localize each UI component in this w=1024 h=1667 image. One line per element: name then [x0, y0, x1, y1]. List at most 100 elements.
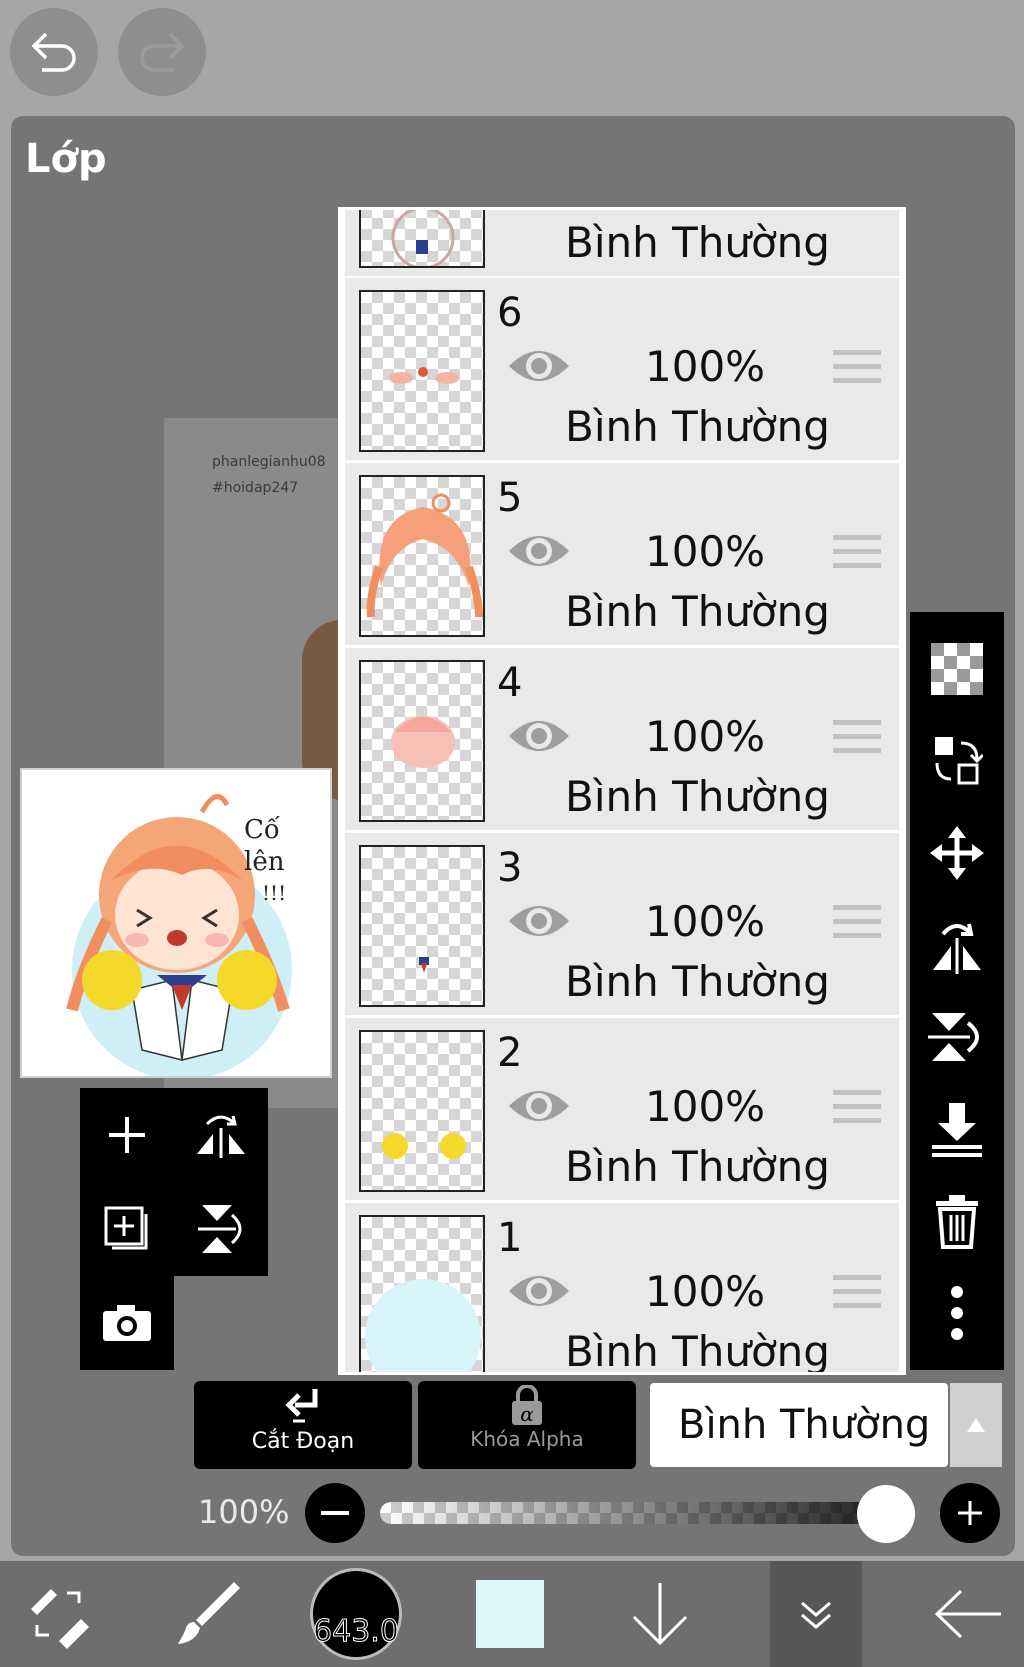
preview-text-1: Cố: [244, 815, 280, 845]
layer-row[interactable]: 6 100% Bình Thường: [345, 278, 899, 463]
layer-number: 2: [497, 1030, 523, 1076]
drag-handle-icon[interactable]: [833, 905, 881, 947]
layer-number: 1: [497, 1215, 523, 1261]
tool-switch-button[interactable]: [10, 1561, 106, 1667]
brush-tool-button[interactable]: [160, 1561, 256, 1667]
layer-thumbnail: [359, 1215, 485, 1372]
delete-layer-button[interactable]: [910, 1176, 1004, 1266]
flip-horizontal-button[interactable]: [910, 900, 1004, 990]
drag-handle-icon[interactable]: [833, 535, 881, 577]
panel-title: Lớp: [25, 136, 107, 182]
layer-side-toolbar: [910, 612, 1004, 1370]
canvas-preview[interactable]: Cố lên !!!: [20, 768, 332, 1078]
preview-text-2: lên: [244, 847, 285, 877]
blend-mode-dropdown[interactable]: [950, 1383, 1002, 1467]
layer-blend-mode: Bình Thường: [565, 957, 830, 1006]
drag-handle-icon[interactable]: [833, 720, 881, 762]
undo-arrow-icon: [31, 32, 76, 72]
swap-layer-button[interactable]: [910, 716, 1004, 806]
merge-down-icon: [932, 1103, 982, 1157]
eye-icon[interactable]: [507, 344, 571, 388]
clipping-button[interactable]: Cắt Đoạn: [194, 1381, 412, 1469]
duplicate-layer-button[interactable]: [80, 1182, 174, 1276]
flip-vertical-layer-button[interactable]: [174, 1182, 268, 1276]
layer-thumbnail: [359, 475, 485, 637]
watermark-line2: #hoidap247: [212, 480, 299, 496]
redo-arrow-icon: [140, 32, 185, 72]
eye-icon[interactable]: [507, 1084, 571, 1128]
layer-tools-grid: [80, 1088, 268, 1276]
more-vertical-icon: [951, 1286, 963, 1340]
drag-handle-icon[interactable]: [833, 350, 881, 392]
brush-size-value: 643.0: [313, 1613, 400, 1649]
camera-tool-cell: [80, 1276, 174, 1370]
layer-opacity: 100%: [645, 342, 766, 391]
camera-button[interactable]: [80, 1276, 174, 1370]
triangle-up-icon: [967, 1418, 985, 1432]
drag-handle-icon[interactable]: [833, 1275, 881, 1317]
drag-handle-icon[interactable]: [833, 1090, 881, 1132]
layer-opacity: 100%: [645, 1267, 766, 1316]
move-layer-button[interactable]: [910, 808, 1004, 898]
layers-toggle-button[interactable]: [770, 1561, 862, 1667]
layer-row[interactable]: 4 100% Bình Thường: [345, 648, 899, 833]
camera-icon: [103, 1305, 151, 1341]
clip-label: Cắt Đoạn: [251, 1429, 355, 1454]
eye-icon[interactable]: [507, 714, 571, 758]
preview-text-3: !!!: [262, 881, 286, 905]
layer-blend-mode: Bình Thường: [565, 1142, 830, 1191]
layer-row[interactable]: 5 100% Bình Thường: [345, 463, 899, 648]
layers-list[interactable]: Bình Thường 6 100% Bình Thường 5 100% Bì…: [338, 207, 906, 1375]
blend-mode-select[interactable]: Bình Thường: [650, 1383, 948, 1467]
swap-icon: [935, 737, 983, 785]
brush-size-button[interactable]: 643.0: [308, 1561, 404, 1667]
minus-icon: [321, 1511, 349, 1515]
color-button[interactable]: [470, 1561, 550, 1667]
eye-icon[interactable]: [507, 1269, 571, 1313]
layer-blend-mode: Bình Thường: [565, 772, 830, 821]
color-swatch: [476, 1580, 544, 1648]
eye-icon[interactable]: [507, 529, 571, 573]
opacity-slider-thumb[interactable]: [856, 1485, 915, 1543]
layer-row[interactable]: Bình Thường: [345, 210, 899, 279]
opacity-increase-button[interactable]: [940, 1483, 1000, 1543]
move-arrows-icon: [930, 826, 984, 880]
layer-opacity: 100%: [645, 527, 766, 576]
clip-arrow-icon: [285, 1389, 318, 1423]
redo-button[interactable]: [118, 8, 206, 96]
eye-icon[interactable]: [507, 899, 571, 943]
opacity-decrease-button[interactable]: [305, 1483, 365, 1543]
layer-thumbnail: [359, 290, 485, 452]
layer-number: 5: [497, 475, 523, 521]
more-options-button[interactable]: [910, 1268, 1004, 1358]
checkerboard-icon: [931, 643, 983, 695]
brush-eraser-switch-icon: [31, 1589, 89, 1649]
transparency-button[interactable]: [910, 624, 1004, 714]
move-down-button[interactable]: [612, 1561, 708, 1667]
alpha-lock-button[interactable]: α Khóa Alpha: [418, 1381, 636, 1469]
layer-blend-mode: Bình Thường: [565, 218, 830, 267]
brush-icon: [178, 1582, 240, 1644]
flip-vertical-button[interactable]: [910, 992, 1004, 1082]
plus-icon: [958, 1501, 982, 1525]
layer-number: 6: [497, 290, 523, 336]
add-layer-button[interactable]: [80, 1088, 174, 1182]
opacity-slider[interactable]: [380, 1502, 904, 1524]
arrow-down-icon: [632, 1583, 688, 1646]
layer-row[interactable]: 2 100% Bình Thường: [345, 1018, 899, 1203]
layer-row[interactable]: 1 100% Bình Thường: [345, 1203, 899, 1375]
undo-button[interactable]: [10, 8, 98, 96]
layer-number: 4: [497, 660, 523, 706]
flip-horizontal-layer-button[interactable]: [174, 1088, 268, 1182]
layer-blend-mode: Bình Thường: [565, 1327, 830, 1375]
layer-thumbnail: [359, 660, 485, 822]
back-button[interactable]: [920, 1561, 1016, 1667]
arrow-left-icon: [934, 1589, 1001, 1639]
trash-icon: [936, 1195, 978, 1249]
layer-blend-mode: Bình Thường: [565, 402, 830, 451]
brush-size-circle: 643.0: [310, 1568, 402, 1660]
merge-down-button[interactable]: [910, 1084, 1004, 1174]
layer-thumbnail: [359, 210, 485, 268]
flip-horizontal-icon: [933, 923, 981, 974]
layer-row[interactable]: 3 100% Bình Thường: [345, 833, 899, 1018]
